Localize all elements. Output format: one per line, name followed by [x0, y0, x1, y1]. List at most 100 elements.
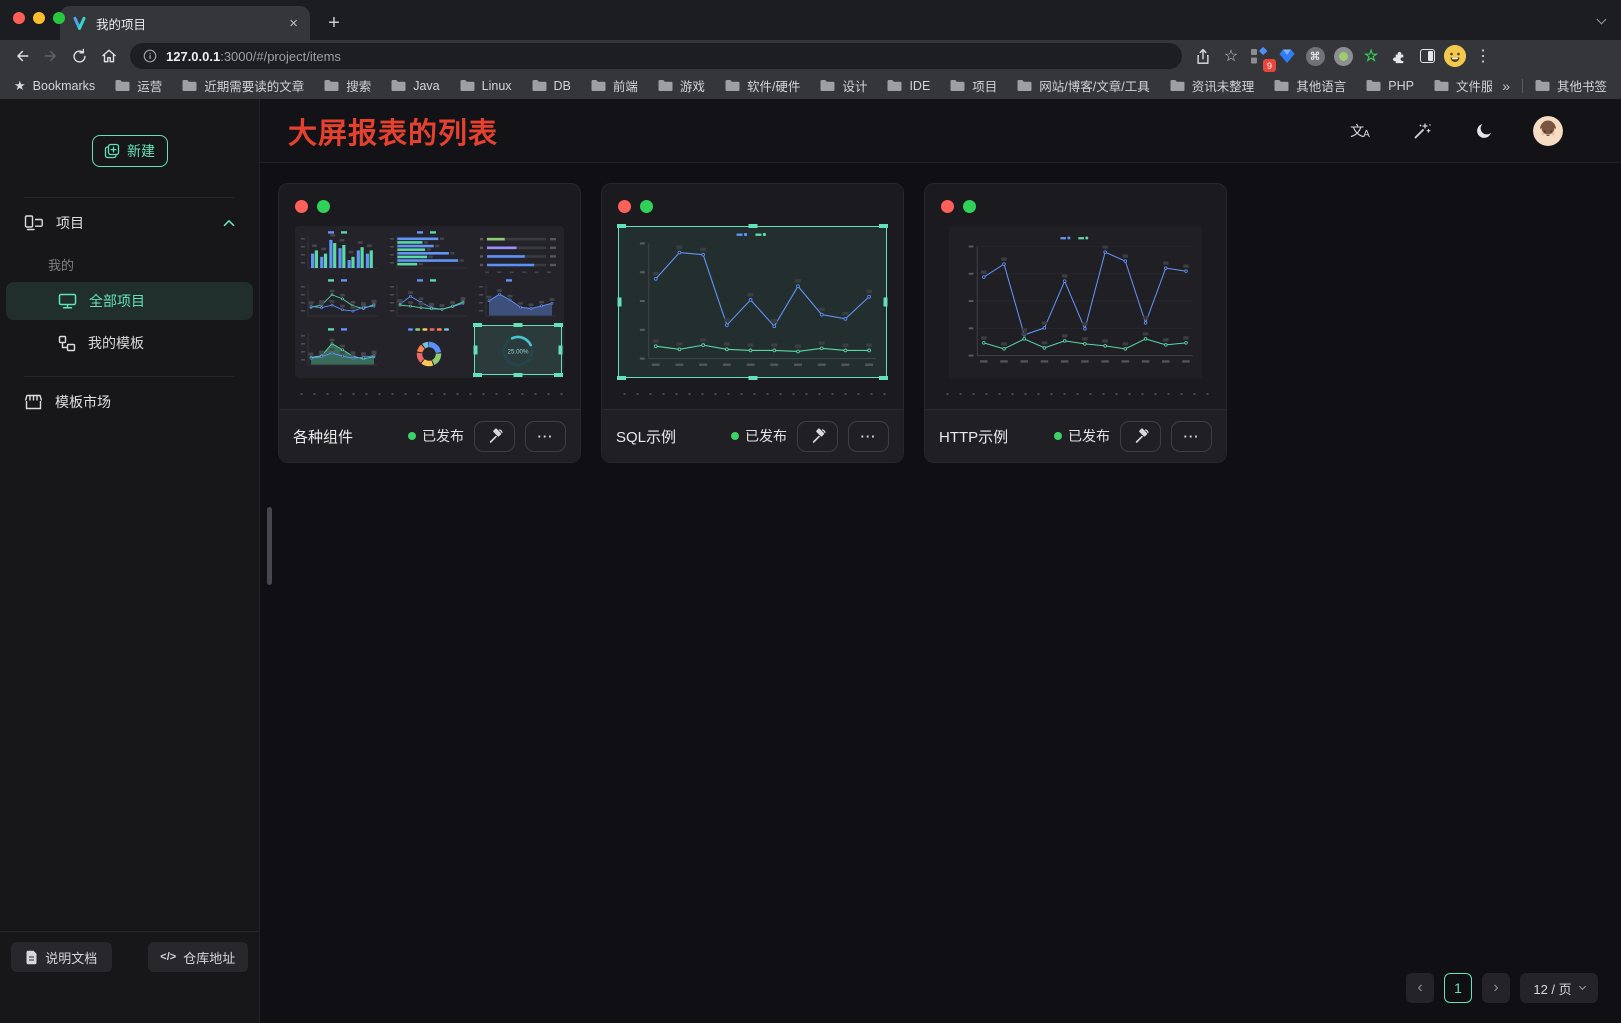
bookmarks-manager[interactable]: ★ Bookmarks — [14, 78, 95, 94]
bookmark-folder[interactable]: Java — [391, 76, 439, 95]
sidebar-divider — [24, 197, 235, 198]
bookmarks-overflow-icon[interactable]: » — [1502, 78, 1510, 94]
extension-gem-icon[interactable] — [1274, 43, 1300, 69]
selection-handle[interactable] — [748, 224, 757, 228]
sidebar-item-template-market[interactable]: 模板市场 — [0, 383, 259, 421]
bookmark-folder[interactable]: 项目 — [950, 76, 997, 95]
bookmark-label: Linux — [482, 79, 512, 93]
bookmark-folder[interactable]: 运营 — [115, 76, 162, 95]
maximize-window-button[interactable] — [53, 12, 65, 24]
tab-close-icon[interactable]: × — [289, 16, 298, 31]
browser-tab[interactable]: 我的项目 × — [60, 6, 310, 40]
more-button[interactable]: ··· — [525, 421, 566, 452]
project-preview[interactable] — [941, 226, 1210, 378]
selection-handle[interactable] — [474, 346, 478, 355]
dotted-separator — [295, 393, 564, 395]
selection-handle[interactable] — [748, 376, 757, 380]
share-icon[interactable] — [1190, 43, 1216, 69]
bookmark-folder[interactable]: 软件/硬件 — [725, 76, 800, 95]
bookmark-folder[interactable]: 游戏 — [658, 76, 705, 95]
app-window: 新建 项目 我的 全部项目 — [0, 99, 1621, 1023]
edit-button[interactable] — [1120, 421, 1161, 452]
new-tab-button[interactable]: + — [320, 9, 348, 37]
repo-button[interactable]: </> 仓库地址 — [148, 942, 249, 972]
selection-handle[interactable] — [618, 298, 622, 307]
address-bar[interactable]: 127.0.0.1:3000/#/project/items — [130, 43, 1182, 69]
forward-button[interactable] — [37, 43, 64, 70]
user-avatar[interactable] — [1533, 116, 1563, 146]
next-page-button[interactable]: › — [1482, 973, 1510, 1003]
extension-command-icon[interactable]: ⌘ — [1302, 43, 1328, 69]
translate-icon[interactable]: 文A — [1347, 118, 1373, 144]
site-info-icon[interactable] — [143, 49, 157, 63]
bookmark-folder[interactable]: Linux — [460, 76, 512, 95]
bookmark-folder[interactable]: IDE — [887, 76, 930, 95]
bookmark-folder[interactable]: 设计 — [820, 76, 867, 95]
edit-button[interactable] — [474, 421, 515, 452]
selection-handle[interactable] — [514, 323, 523, 327]
page-size-select[interactable]: 12 / 页 — [1520, 973, 1598, 1003]
bookmark-label: 资讯未整理 — [1192, 76, 1255, 95]
selection-handle[interactable] — [884, 298, 888, 307]
more-button[interactable]: ··· — [848, 421, 889, 452]
dotted-separator — [941, 393, 1210, 395]
current-page-button[interactable]: 1 — [1444, 973, 1472, 1003]
card-footer: SQL示例已发布··· — [602, 409, 903, 462]
project-preview[interactable]: 25.00% — [295, 226, 564, 378]
chevron-up-icon[interactable] — [223, 219, 235, 227]
bookmark-folder[interactable]: PHP — [1366, 76, 1414, 95]
red-dot-icon — [941, 200, 954, 213]
bookmark-folder[interactable]: 文件服务器 — [1434, 76, 1492, 95]
selection-handle[interactable] — [617, 376, 626, 380]
docs-button[interactable]: 说明文档 — [11, 942, 112, 972]
profile-avatar[interactable] — [1442, 43, 1468, 69]
status-label: 已发布 — [1068, 426, 1110, 446]
bookmark-folder[interactable]: 搜索 — [324, 76, 371, 95]
sidebar: 新建 项目 我的 全部项目 — [0, 99, 260, 1023]
bookmark-star-icon[interactable]: ☆ — [1218, 43, 1244, 69]
other-bookmarks-folder[interactable]: 其他书签 — [1535, 76, 1607, 95]
extension-star-icon[interactable]: ☆ — [1358, 43, 1384, 69]
selection-handle[interactable] — [554, 323, 563, 327]
bookmark-label: 其他语言 — [1296, 76, 1346, 95]
home-button[interactable] — [95, 43, 122, 70]
selection-handle[interactable] — [879, 224, 888, 228]
back-button[interactable] — [8, 43, 35, 70]
browser-menu-icon[interactable]: ⋮ — [1470, 43, 1496, 69]
new-project-button[interactable]: 新建 — [92, 135, 168, 167]
prev-page-button[interactable]: ‹ — [1406, 973, 1434, 1003]
bookmark-folder[interactable]: 资讯未整理 — [1170, 76, 1255, 95]
selection-handle[interactable] — [554, 373, 563, 377]
extensions-puzzle-icon[interactable] — [1386, 43, 1412, 69]
selection-handle[interactable] — [879, 376, 888, 380]
reload-button[interactable] — [66, 43, 93, 70]
tab-search-chevron-icon[interactable] — [1597, 15, 1607, 25]
bookmark-folder[interactable]: DB — [532, 76, 571, 95]
extension-colorful-icon[interactable]: 9 — [1246, 43, 1272, 69]
selection-handle[interactable] — [514, 373, 523, 377]
minimize-window-button[interactable] — [33, 12, 45, 24]
side-panel-icon[interactable] — [1414, 43, 1440, 69]
sidebar-item-all-projects[interactable]: 全部项目 — [6, 282, 253, 320]
extension-recorder-icon[interactable] — [1330, 43, 1356, 69]
close-window-button[interactable] — [13, 12, 25, 24]
more-button[interactable]: ··· — [1171, 421, 1212, 452]
dark-mode-moon-icon[interactable] — [1471, 118, 1497, 144]
other-bookmarks-label: 其他书签 — [1557, 76, 1607, 95]
selection-handle[interactable] — [617, 224, 626, 228]
scrollbar-thumb[interactable] — [267, 507, 272, 585]
projects-icon — [24, 214, 44, 232]
sidebar-item-my-templates[interactable]: 我的模板 — [6, 324, 253, 362]
selection-handle[interactable] — [473, 373, 482, 377]
sidebar-group-projects[interactable]: 项目 — [0, 204, 259, 242]
bookmark-folder[interactable]: 其他语言 — [1274, 76, 1346, 95]
project-preview[interactable] — [618, 226, 887, 378]
bookmark-folder[interactable]: 近期需要读的文章 — [182, 76, 304, 95]
magic-wand-icon[interactable] — [1409, 118, 1435, 144]
bookmark-folder[interactable]: 网站/博客/文章/工具 — [1017, 76, 1149, 95]
edit-button[interactable] — [797, 421, 838, 452]
status-badge: 已发布 — [408, 426, 464, 446]
bookmark-folder[interactable]: 前端 — [591, 76, 638, 95]
selection-handle[interactable] — [473, 323, 482, 327]
selection-handle[interactable] — [559, 346, 563, 355]
